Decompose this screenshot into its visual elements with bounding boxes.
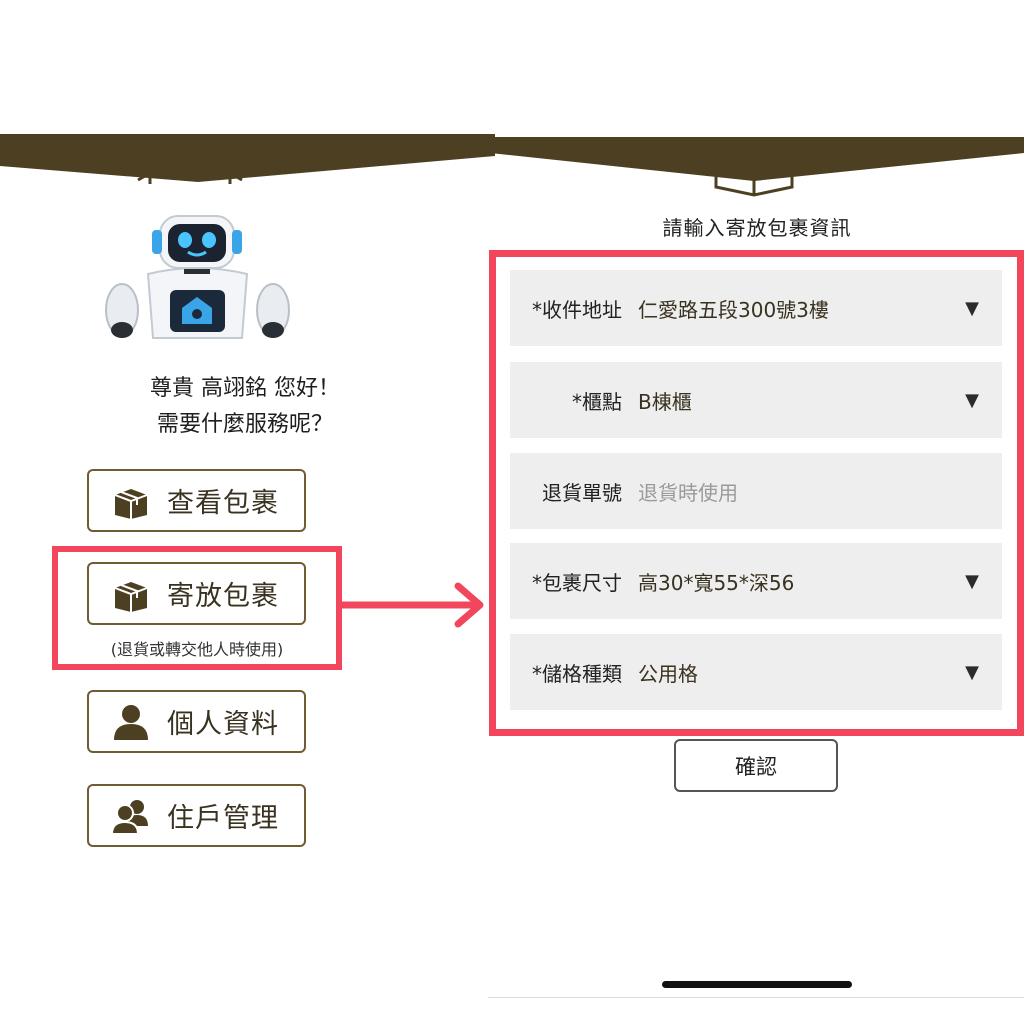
personal-info-button[interactable]: 個人資料 <box>87 690 306 753</box>
home-indicator[interactable] <box>662 981 852 988</box>
view-packages-button[interactable]: 查看包裹 <box>87 469 306 532</box>
resident-management-label: 住戶管理 <box>167 803 279 834</box>
highlight-box-right <box>489 250 1024 736</box>
greeting-line-1: 尊貴 高翊銘 您好！ <box>150 376 340 401</box>
resident-management-button[interactable]: 住戶管理 <box>87 784 306 847</box>
greeting-line-2: 需要什麼服務呢？ <box>156 412 333 437</box>
view-packages-label: 查看包裹 <box>167 488 279 519</box>
form-title: 請輸入寄放包裹資訊 <box>662 216 852 240</box>
robot-mascot-image <box>100 212 295 342</box>
left-header-banner <box>0 134 495 194</box>
personal-info-label: 個人資料 <box>167 709 279 740</box>
package-icon <box>111 481 151 521</box>
highlight-box-left <box>52 546 342 670</box>
users-icon <box>111 796 151 836</box>
right-header-banner <box>490 137 1024 197</box>
arrow-right-icon <box>340 580 490 634</box>
confirm-button[interactable]: 確認 <box>674 739 838 792</box>
bottom-divider <box>488 997 1024 998</box>
user-icon <box>111 702 151 742</box>
